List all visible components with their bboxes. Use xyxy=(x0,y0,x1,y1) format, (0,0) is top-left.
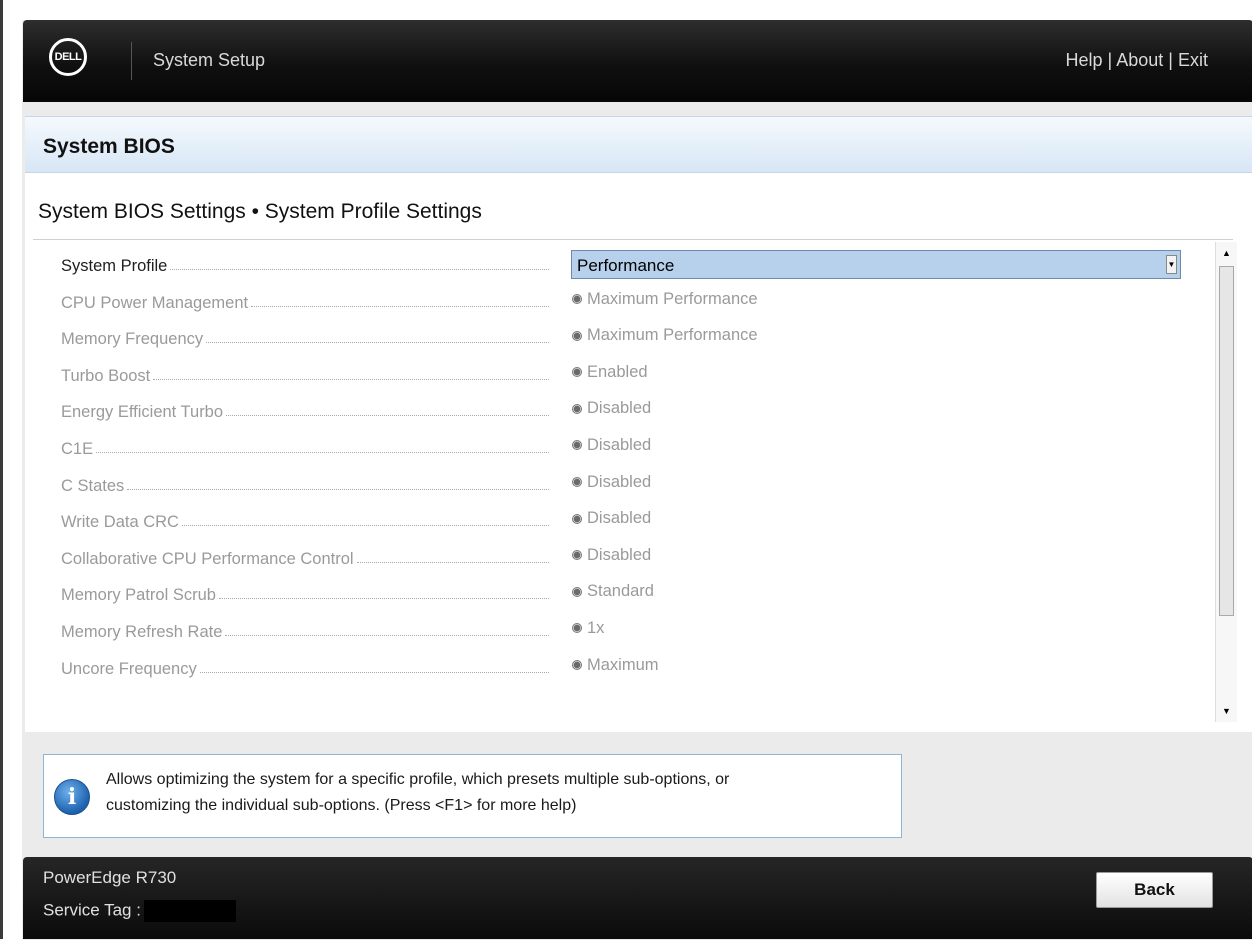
system-model: PowerEdge R730 xyxy=(43,868,177,887)
setting-row: Energy Efficient Turbo Disabled xyxy=(61,396,1206,433)
setting-label: Energy Efficient Turbo xyxy=(61,396,549,422)
help-text: Allows optimizing the system for a speci… xyxy=(106,767,886,819)
scrollbar-thumb[interactable] xyxy=(1219,266,1234,616)
bottom-footer-bar: PowerEdge R730 Service Tag : Back xyxy=(23,857,1252,939)
settings-panel: System BIOS System BIOS Settings • Syste… xyxy=(25,116,1252,732)
setting-label: Turbo Boost xyxy=(61,360,549,386)
setting-row: C1E Disabled xyxy=(61,433,1206,470)
setting-value: Enabled xyxy=(572,363,648,382)
setting-row: Turbo Boost Enabled xyxy=(61,360,1206,397)
dropdown-value: Performance xyxy=(577,256,675,275)
help-box: i Allows optimizing the system for a spe… xyxy=(43,754,902,838)
setting-label: Collaborative CPU Performance Control xyxy=(61,543,549,569)
radio-selected-icon xyxy=(572,550,582,561)
setting-label: C States xyxy=(61,470,549,496)
setting-row: CPU Power Management Maximum Performance xyxy=(61,287,1206,324)
breadcrumb: System BIOS Settings • System Profile Se… xyxy=(38,200,482,223)
setting-label: Memory Refresh Rate xyxy=(61,616,549,642)
radio-selected-icon xyxy=(572,403,582,414)
about-link[interactable]: About xyxy=(1116,50,1163,70)
dell-logo-icon: DELL xyxy=(49,38,87,76)
link-separator: | xyxy=(1107,50,1113,70)
setting-label: Memory Patrol Scrub xyxy=(61,579,549,605)
setting-row: Write Data CRC Disabled xyxy=(61,506,1206,543)
system-profile-dropdown[interactable]: Performance ▼ xyxy=(571,250,1181,279)
window-left-border xyxy=(0,0,3,939)
setting-row: Uncore Frequency Maximum xyxy=(61,653,1206,690)
radio-selected-icon xyxy=(572,660,582,671)
setting-row: Memory Patrol Scrub Standard xyxy=(61,579,1206,616)
setting-row: Memory Refresh Rate 1x xyxy=(61,616,1206,653)
radio-selected-icon xyxy=(572,477,582,488)
radio-selected-icon xyxy=(572,440,582,451)
divider xyxy=(33,239,1233,240)
setting-value: Disabled xyxy=(572,399,651,418)
service-tag-label: Service Tag : xyxy=(43,900,141,920)
setting-value: Standard xyxy=(572,582,654,601)
help-line-1: Allows optimizing the system for a speci… xyxy=(106,771,730,788)
radio-selected-icon xyxy=(572,513,582,524)
setting-label: System Profile xyxy=(61,250,549,276)
setting-value: Maximum Performance xyxy=(572,326,758,345)
radio-selected-icon xyxy=(572,294,582,305)
setting-value: Disabled xyxy=(572,546,651,565)
setting-value: 1x xyxy=(572,619,604,638)
radio-selected-icon xyxy=(572,586,582,597)
scroll-up-arrow-icon[interactable]: ▲ xyxy=(1216,242,1237,264)
page-title: System BIOS xyxy=(43,135,175,158)
service-tag: Service Tag : xyxy=(43,900,236,922)
radio-selected-icon xyxy=(572,623,582,634)
link-separator: | xyxy=(1168,50,1173,70)
radio-selected-icon xyxy=(572,367,582,378)
vertical-scrollbar[interactable]: ▲ ▼ xyxy=(1215,242,1237,722)
setting-value: Maximum xyxy=(572,656,659,675)
exit-link[interactable]: Exit xyxy=(1178,50,1208,70)
setting-row-system-profile: System Profile Performance ▼ xyxy=(61,250,1206,287)
setting-label: CPU Power Management xyxy=(61,287,549,313)
setting-row: Memory Frequency Maximum Performance xyxy=(61,323,1206,360)
setting-label: Uncore Frequency xyxy=(61,653,549,679)
logo-text: DELL xyxy=(54,51,82,63)
setting-row: C States Disabled xyxy=(61,470,1206,507)
setting-row: Collaborative CPU Performance Control Di… xyxy=(61,543,1206,580)
settings-list: System Profile Performance ▼ CPU Power M… xyxy=(61,250,1206,689)
setting-label: Memory Frequency xyxy=(61,323,549,349)
info-icon: i xyxy=(54,779,90,815)
top-header-bar: DELL System Setup Help | About | Exit xyxy=(23,20,1252,102)
header-links: Help | About | Exit xyxy=(1065,50,1208,71)
scroll-down-arrow-icon[interactable]: ▼ xyxy=(1216,700,1237,722)
chevron-down-icon[interactable]: ▼ xyxy=(1166,255,1177,274)
setting-value: Disabled xyxy=(572,473,651,492)
setting-label: Write Data CRC xyxy=(61,506,549,532)
back-button[interactable]: Back xyxy=(1096,872,1213,908)
setting-label: C1E xyxy=(61,433,549,459)
radio-selected-icon xyxy=(572,330,582,341)
setting-value: Disabled xyxy=(572,509,651,528)
app-title: System Setup xyxy=(153,50,266,70)
help-link[interactable]: Help xyxy=(1065,50,1102,70)
panel-title-bar: System BIOS xyxy=(25,116,1252,173)
header-divider xyxy=(131,42,132,80)
help-line-2: customizing the individual sub-options. … xyxy=(106,797,577,814)
service-tag-redacted xyxy=(143,900,236,922)
setting-value: Disabled xyxy=(572,436,651,455)
setting-value: Maximum Performance xyxy=(572,290,758,309)
